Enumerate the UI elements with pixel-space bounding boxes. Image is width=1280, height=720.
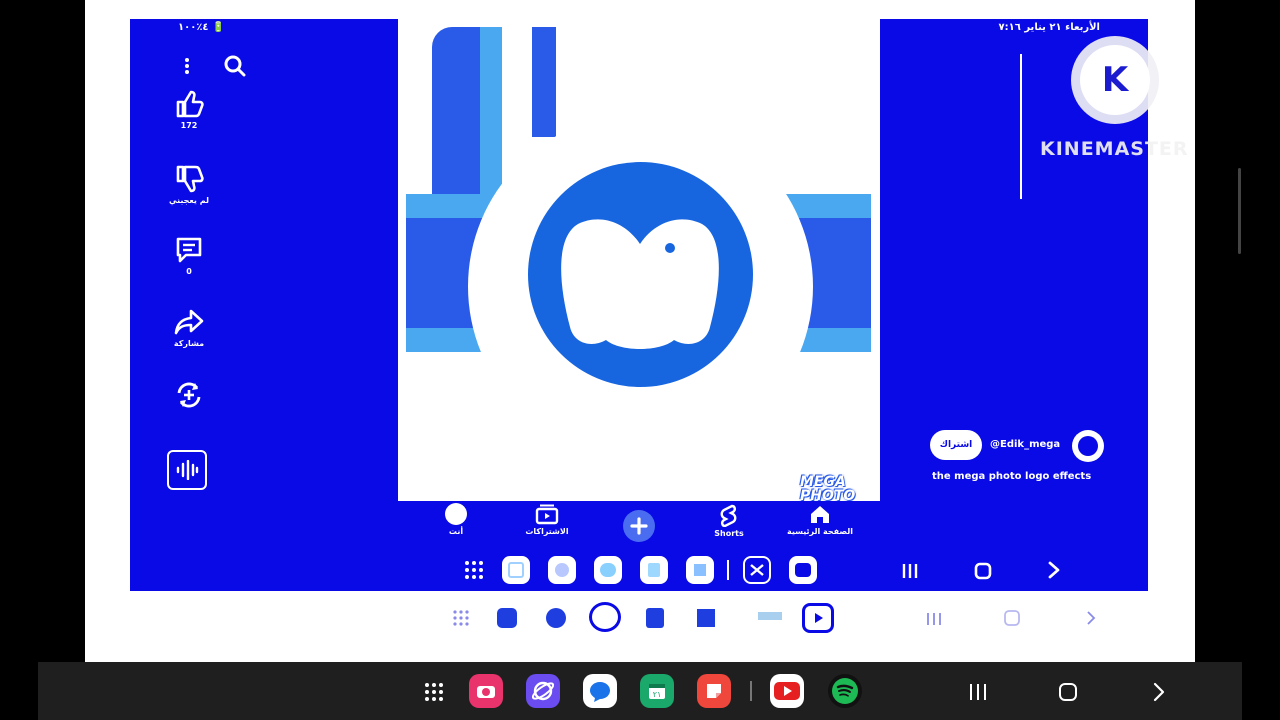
messages-icon bbox=[590, 682, 610, 702]
audio-icon bbox=[176, 460, 199, 480]
subscribe-label: اشتراك bbox=[939, 440, 973, 450]
audio-track-button[interactable] bbox=[167, 450, 207, 490]
dock-back-icon[interactable] bbox=[1152, 682, 1166, 706]
status-right: الأربعاء ٢١ يناير ٧:١٦ bbox=[998, 22, 1100, 33]
tray-app-internet[interactable] bbox=[548, 556, 576, 584]
share-icon bbox=[174, 309, 204, 335]
create-icon bbox=[630, 517, 648, 535]
like-count: 172 bbox=[180, 121, 198, 130]
status-left: ٤٪١٠٠ 🔋 bbox=[178, 22, 225, 33]
tray-app-mega[interactable] bbox=[789, 556, 817, 584]
channel-handle[interactable]: @Edik_mega bbox=[990, 439, 1060, 450]
dock-app-messages[interactable] bbox=[583, 674, 617, 708]
tray-app-capcut[interactable] bbox=[743, 556, 771, 584]
apps-grid-icon[interactable] bbox=[464, 560, 484, 584]
dock-recents-icon[interactable] bbox=[968, 683, 988, 705]
home-circle-icon[interactable] bbox=[974, 562, 992, 584]
more-icon[interactable] bbox=[183, 57, 191, 79]
video-title: the mega photo logo effects bbox=[932, 471, 1092, 482]
faded-app-divider bbox=[758, 612, 782, 620]
nav-home[interactable]: الصفحة الرئيسية bbox=[785, 503, 855, 536]
edge-panel-handle[interactable] bbox=[1238, 168, 1241, 254]
svg-text:٢١: ٢١ bbox=[653, 690, 662, 699]
faded-recents-icon bbox=[926, 611, 942, 630]
tray-app-messages[interactable] bbox=[594, 556, 622, 584]
dislike-button[interactable]: لم يعجبني bbox=[165, 164, 213, 205]
faded-app-messages bbox=[589, 602, 621, 632]
internet-icon bbox=[532, 681, 554, 701]
phone-screen: ٤٪١٠٠ 🔋 الأربعاء ٢١ يناير ٧:١٦ 172 لم يع… bbox=[130, 19, 1148, 591]
nav-home-label: الصفحة الرئيسية bbox=[786, 527, 854, 536]
dock-apps-grid-icon[interactable] bbox=[424, 682, 444, 706]
stripe-left-top bbox=[432, 27, 480, 197]
nav-shorts-label: Shorts bbox=[714, 529, 744, 538]
remix-button[interactable] bbox=[165, 379, 213, 411]
faded-app-calendar bbox=[646, 608, 664, 628]
spotify-icon bbox=[832, 678, 858, 704]
kinemaster-badge: K bbox=[1071, 36, 1159, 124]
tray-app-calendar[interactable] bbox=[640, 556, 668, 584]
recents-icon[interactable] bbox=[901, 563, 919, 583]
mega-photo-watermark: MEGA PHOTO bbox=[800, 475, 855, 501]
scrubber-line bbox=[1020, 54, 1022, 199]
profile-avatar bbox=[445, 503, 467, 525]
dock-app-internet[interactable] bbox=[526, 674, 560, 708]
watermark-line1: MEGA bbox=[800, 474, 846, 490]
comment-icon bbox=[176, 237, 202, 263]
stripe-left-top-light bbox=[480, 27, 502, 197]
calendar-icon: ٢١ bbox=[649, 684, 665, 699]
dock-app-notes[interactable] bbox=[697, 674, 731, 708]
faded-apps-grid-icon bbox=[452, 609, 470, 631]
dock-home-icon[interactable] bbox=[1058, 682, 1078, 706]
comments-button[interactable]: 0 bbox=[165, 235, 213, 276]
faded-home-icon bbox=[1004, 610, 1020, 630]
dock-app-spotify[interactable] bbox=[828, 674, 862, 708]
like-button[interactable]: 172 bbox=[165, 89, 213, 130]
nav-subscriptions[interactable]: الاشتراكات bbox=[512, 503, 582, 536]
channel-avatar[interactable] bbox=[1072, 430, 1104, 462]
search-icon[interactable] bbox=[224, 55, 246, 81]
nav-you-label: أنت bbox=[448, 527, 464, 536]
stripe-top-mid bbox=[532, 27, 556, 137]
like-icon bbox=[176, 90, 204, 118]
remix-icon bbox=[177, 382, 201, 408]
nav-subscriptions-label: الاشتراكات bbox=[525, 527, 569, 536]
faded-back-icon bbox=[1086, 610, 1096, 630]
nav-shorts[interactable]: Shorts bbox=[694, 503, 764, 538]
faded-app-camera bbox=[497, 608, 517, 628]
faded-app-internet bbox=[546, 608, 566, 628]
youtube-icon bbox=[774, 682, 800, 700]
camera-icon bbox=[477, 686, 495, 698]
share-label: مشاركة bbox=[173, 339, 205, 348]
dock-app-youtube[interactable] bbox=[770, 674, 804, 708]
dislike-label: لم يعجبني bbox=[169, 196, 209, 205]
back-icon[interactable] bbox=[1047, 560, 1061, 584]
tray-divider bbox=[727, 560, 729, 580]
faded-app-youtube bbox=[802, 603, 834, 633]
video-player[interactable]: MEGA PHOTO bbox=[398, 19, 880, 501]
kinemaster-letter: K bbox=[1101, 60, 1129, 100]
dislike-icon bbox=[176, 165, 204, 193]
subscribe-button[interactable]: اشتراك bbox=[930, 430, 982, 460]
device-taskbar: ٢١ bbox=[38, 662, 1242, 720]
nav-you[interactable]: أنت bbox=[421, 503, 491, 536]
watermark-line2: PHOTO bbox=[800, 488, 856, 501]
dock-app-camera[interactable] bbox=[469, 674, 503, 708]
shorts-icon bbox=[720, 504, 737, 527]
home-icon bbox=[811, 506, 829, 523]
tray-app-notes[interactable] bbox=[686, 556, 714, 584]
mega-logo-mark bbox=[561, 219, 719, 349]
faded-app-notes bbox=[697, 609, 715, 627]
notes-icon bbox=[707, 684, 721, 698]
comments-count: 0 bbox=[186, 267, 192, 276]
create-button[interactable] bbox=[623, 510, 655, 542]
tray-app-camera[interactable] bbox=[502, 556, 530, 584]
subscriptions-icon bbox=[535, 504, 559, 525]
share-button[interactable]: مشاركة bbox=[165, 307, 213, 348]
dock-app-calendar[interactable]: ٢١ bbox=[640, 674, 674, 708]
kinemaster-label: KINEMASTER bbox=[1040, 138, 1189, 160]
dock-divider bbox=[750, 681, 752, 701]
